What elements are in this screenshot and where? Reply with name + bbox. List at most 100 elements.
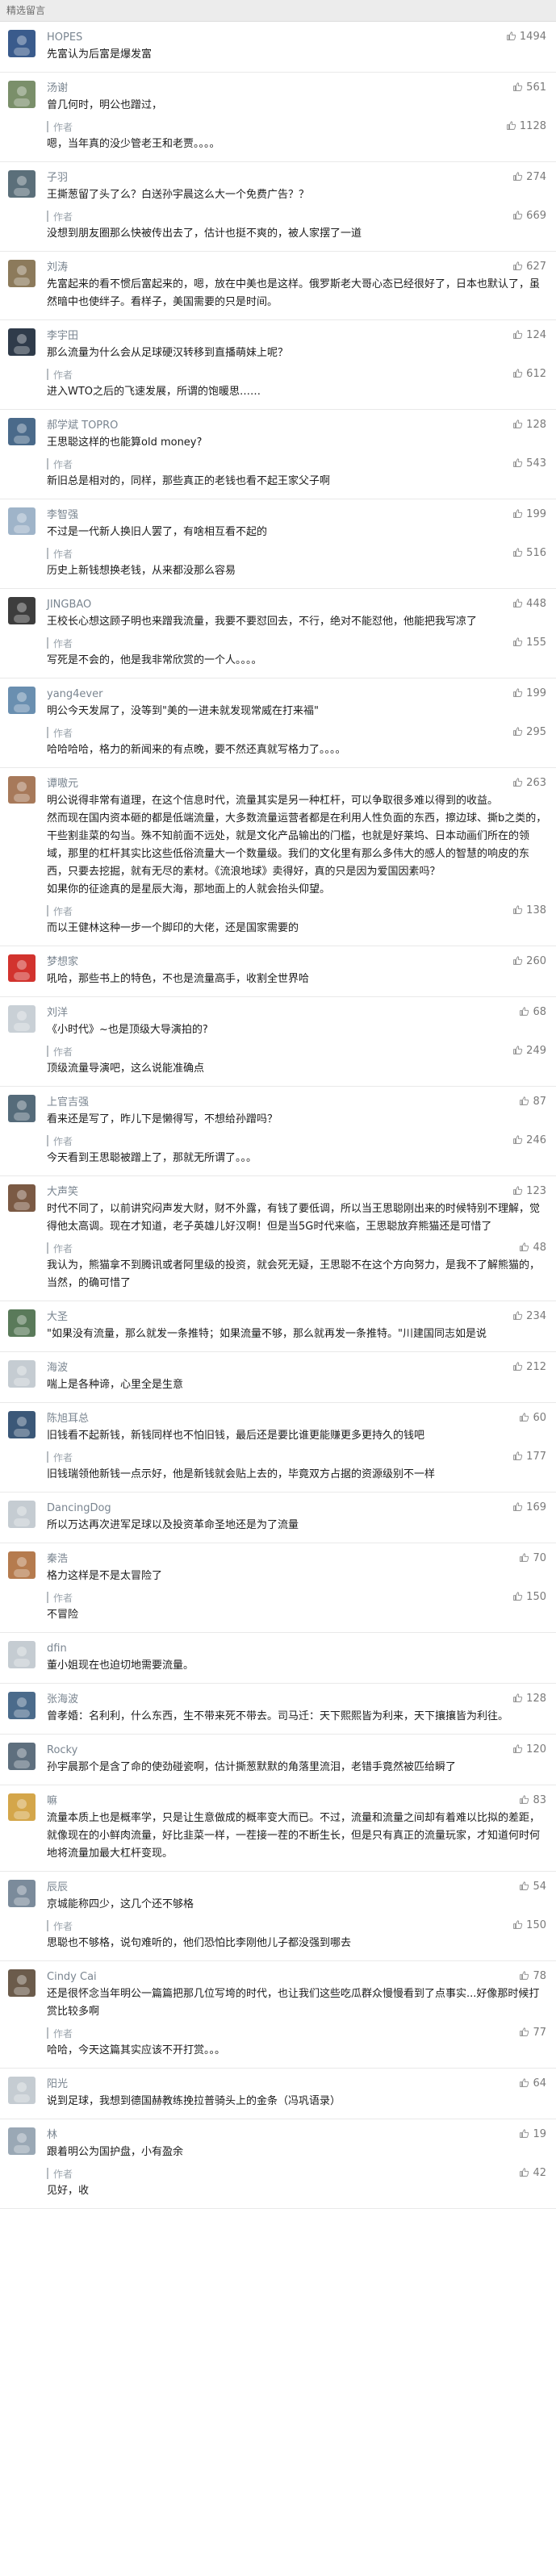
avatar[interactable] xyxy=(8,1551,36,1579)
like-button[interactable]: 260 xyxy=(512,953,546,971)
avatar[interactable] xyxy=(8,1411,36,1438)
reply-like-button[interactable]: 177 xyxy=(512,1448,546,1466)
like-button[interactable]: 54 xyxy=(519,1878,546,1896)
like-button[interactable]: 78 xyxy=(519,1968,546,1985)
author-label: 作者 xyxy=(53,2168,73,2180)
reply-like-button[interactable]: 295 xyxy=(512,724,546,741)
like-button[interactable]: 128 xyxy=(512,1690,546,1708)
avatar[interactable] xyxy=(8,1880,36,1907)
thumb-up-icon xyxy=(513,1311,523,1320)
avatar[interactable] xyxy=(8,1360,36,1388)
avatar[interactable] xyxy=(8,30,36,57)
avatar[interactable] xyxy=(8,1969,36,1997)
reply-like-button[interactable]: 246 xyxy=(512,1132,546,1150)
like-button[interactable]: 1494 xyxy=(506,28,546,46)
reply-like-button[interactable]: 1128 xyxy=(506,118,546,136)
avatar[interactable] xyxy=(8,1005,36,1033)
like-button[interactable]: 83 xyxy=(519,1792,546,1810)
reply-like-count: 42 xyxy=(533,2167,546,2179)
like-button[interactable]: 263 xyxy=(512,774,546,792)
like-button[interactable]: 448 xyxy=(512,595,546,613)
reply-like-button[interactable]: 516 xyxy=(512,545,546,562)
comment-item: 上官吉强 87 看来还是写了，昨儿下是懒得写，不想给孙蹭吗？ 作者 246 今天看到王思聪… xyxy=(0,1087,556,1176)
reply-like-count: 150 xyxy=(526,1591,546,1603)
avatar[interactable] xyxy=(8,260,36,287)
reply-like-count: 516 xyxy=(526,547,546,559)
comment-text: 王思聪这样的也能算old money? xyxy=(47,436,203,449)
reply-divider xyxy=(47,121,48,132)
reply-like-button[interactable]: 138 xyxy=(512,902,546,920)
avatar[interactable] xyxy=(8,597,36,624)
like-button[interactable]: 212 xyxy=(512,1359,546,1376)
reply-text: 思聪也不够格，说句难听的，他们恐怕比李刚他儿子都没强到哪去 xyxy=(47,1937,352,1949)
like-button[interactable]: 123 xyxy=(512,1183,546,1200)
reply-like-button[interactable]: 150 xyxy=(512,1917,546,1935)
like-button[interactable]: 87 xyxy=(519,1093,546,1111)
comment-text: 王校长心想这顾子明也来蹭我流量，我要不要怼回去，不行，绝对不能怼他，他能把我写凉… xyxy=(47,616,478,628)
avatar[interactable] xyxy=(8,2127,36,2155)
avatar[interactable] xyxy=(8,1641,36,1668)
comment-item: 张海波 128 曾孝婚：名利利，什么东西，生不带来死不带去。司马迁：天下熙熙皆为利来… xyxy=(0,1684,556,1735)
avatar[interactable] xyxy=(8,1692,36,1719)
author-reply: 作者 543 新旧总是相对的，同样，那些真正的老钱也看不起王家父子啊 xyxy=(47,455,548,491)
comment-text: 明公说得非常有道理，在这个信息时代，流量其实是另一种杠杆，可以争取很多难以得到的… xyxy=(47,795,547,896)
like-button[interactable]: 234 xyxy=(512,1308,546,1326)
avatar[interactable] xyxy=(8,2077,36,2104)
avatar[interactable] xyxy=(8,1501,36,1528)
avatar[interactable] xyxy=(8,954,36,982)
comment-text: 格力这样是不是太冒险了 xyxy=(47,1570,163,1582)
comment-text: 说到足球，我想到德国赫教练挽拉普骑头上的金条（冯巩语录） xyxy=(47,2095,341,2107)
like-button[interactable]: 274 xyxy=(512,169,546,186)
like-count: 627 xyxy=(526,261,546,273)
author-label: 作者 xyxy=(53,369,73,381)
reply-like-button[interactable]: 669 xyxy=(512,207,546,225)
avatar[interactable] xyxy=(8,1793,36,1821)
reply-like-button[interactable]: 543 xyxy=(512,455,546,473)
thumb-up-icon xyxy=(520,1007,529,1016)
avatar[interactable] xyxy=(8,776,36,804)
like-button[interactable]: 68 xyxy=(519,1004,546,1021)
thumb-up-icon xyxy=(520,1413,529,1422)
author-label: 作者 xyxy=(53,727,73,739)
avatar[interactable] xyxy=(8,418,36,445)
like-button[interactable]: 561 xyxy=(512,79,546,97)
like-button[interactable]: 128 xyxy=(512,416,546,434)
like-count: 64 xyxy=(533,2077,546,2090)
reply-like-count: 543 xyxy=(526,457,546,470)
thumb-up-icon xyxy=(520,2168,529,2177)
reply-like-button[interactable]: 48 xyxy=(519,1239,546,1257)
avatar[interactable] xyxy=(8,1743,36,1770)
author-reply: 作者 612 进入WTO之后的飞速发展，所谓的饱暖思…… xyxy=(47,365,548,401)
like-button[interactable]: 169 xyxy=(512,1499,546,1517)
like-button[interactable]: 124 xyxy=(512,327,546,344)
reply-like-button[interactable]: 155 xyxy=(512,634,546,652)
commenter-name: HOPES xyxy=(47,31,83,44)
avatar[interactable] xyxy=(8,1184,36,1212)
avatar[interactable] xyxy=(8,1095,36,1122)
like-button[interactable]: 70 xyxy=(519,1550,546,1568)
avatar[interactable] xyxy=(8,81,36,108)
like-button[interactable]: 120 xyxy=(512,1741,546,1759)
author-reply: 作者 77 哈哈，今天这篇其实应该不开打赏。。。 xyxy=(47,2024,548,2060)
like-button[interactable]: 60 xyxy=(519,1409,546,1427)
avatar[interactable] xyxy=(8,1309,36,1337)
like-count: 274 xyxy=(526,171,546,183)
avatar[interactable] xyxy=(8,687,36,714)
like-button[interactable]: 627 xyxy=(512,258,546,276)
reply-like-button[interactable]: 249 xyxy=(512,1042,546,1060)
reply-like-button[interactable]: 150 xyxy=(512,1589,546,1606)
commenter-name: JINGBAO xyxy=(47,599,92,611)
reply-like-button[interactable]: 77 xyxy=(519,2024,546,2042)
like-button[interactable]: 199 xyxy=(512,506,546,524)
like-button[interactable]: 64 xyxy=(519,2075,546,2093)
thumb-up-icon xyxy=(513,905,523,914)
like-button[interactable]: 199 xyxy=(512,685,546,703)
like-button[interactable]: 19 xyxy=(519,2126,546,2144)
reply-like-button[interactable]: 42 xyxy=(519,2165,546,2182)
commenter-name: DancingDog xyxy=(47,1502,111,1514)
reply-like-button[interactable]: 612 xyxy=(512,365,546,383)
reply-text: 见好，收 xyxy=(47,2185,90,2197)
avatar[interactable] xyxy=(8,328,36,356)
avatar[interactable] xyxy=(8,170,36,198)
avatar[interactable] xyxy=(8,507,36,535)
